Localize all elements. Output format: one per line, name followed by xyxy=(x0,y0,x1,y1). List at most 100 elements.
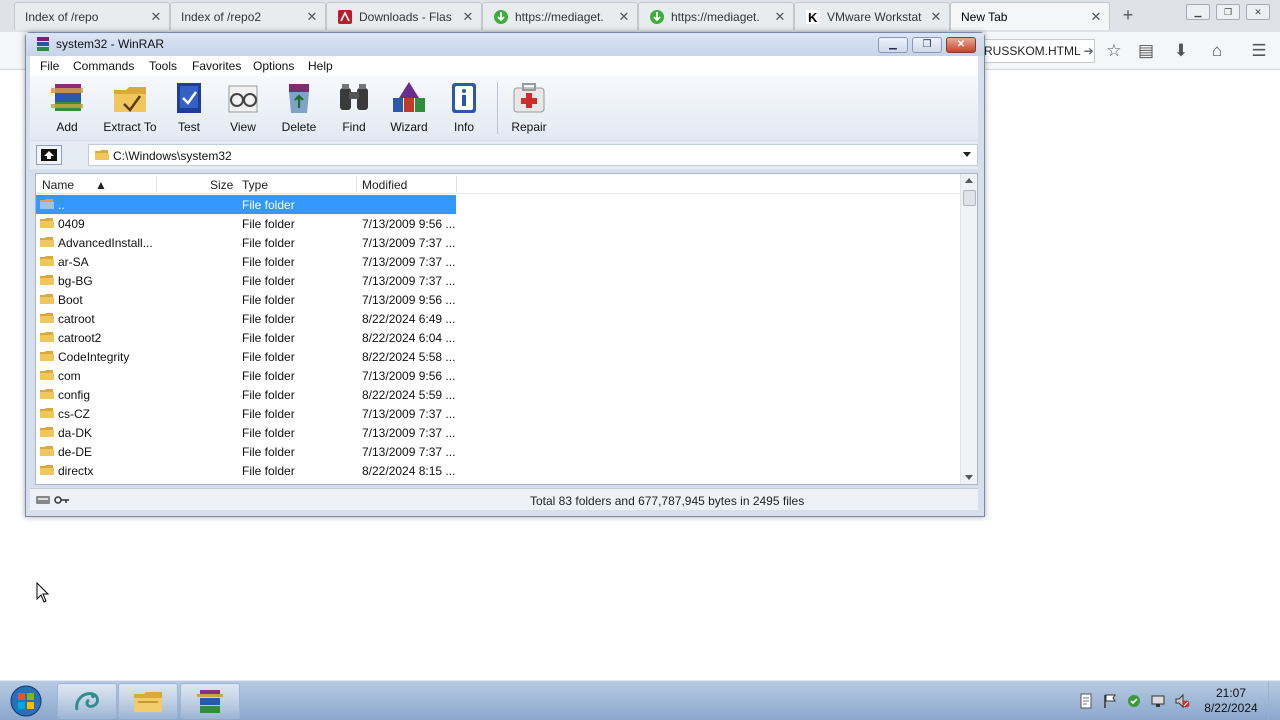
browser-tab[interactable]: https://mediaget. ✕ xyxy=(482,2,638,30)
menu-file[interactable]: File xyxy=(40,59,59,73)
table-row[interactable]: CodeIntegrity File folder 8/22/2024 5:58 .… xyxy=(36,347,456,366)
extract-to-button[interactable]: Extract To xyxy=(97,80,163,136)
home-icon[interactable]: ⌂ xyxy=(1207,41,1227,61)
column-divider[interactable] xyxy=(356,176,357,192)
path-dropdown[interactable]: C:\Windows\system32 xyxy=(88,144,978,166)
table-row[interactable]: Boot File folder 7/13/2009 9:56 ... xyxy=(36,290,456,309)
reading-list-icon[interactable]: ▤ xyxy=(1136,41,1156,61)
info-button[interactable]: Info xyxy=(435,80,493,136)
menu-options[interactable]: Options xyxy=(253,59,294,73)
table-row[interactable]: 0409 File folder 7/13/2009 9:56 ... xyxy=(36,214,456,233)
table-row[interactable]: da-DK File folder 7/13/2009 7:37 ... xyxy=(36,423,456,442)
browser-tab[interactable]: Index of /repo ✕ xyxy=(14,2,170,30)
tray-security-icon[interactable] xyxy=(1126,693,1142,709)
column-name[interactable]: Name xyxy=(42,178,74,192)
repair-button[interactable]: Repair xyxy=(499,80,559,136)
file-modified: 8/22/2024 6:04 ... xyxy=(362,331,456,345)
column-divider[interactable] xyxy=(156,176,157,192)
column-type[interactable]: Type xyxy=(242,178,268,192)
clock-time: 21:07 xyxy=(1215,686,1247,700)
menu-help[interactable]: Help xyxy=(308,59,333,73)
system-clock[interactable]: 21:07 8/22/2024 xyxy=(1198,686,1264,716)
add-archive-icon xyxy=(51,84,83,111)
table-row[interactable]: catroot2 File folder 8/22/2024 6:04 ... xyxy=(36,328,456,347)
file-name: AdvancedInstall... xyxy=(58,236,153,250)
tray-notes-icon[interactable] xyxy=(1078,693,1094,709)
browser-tab-active[interactable]: New Tab ✕ xyxy=(950,2,1110,30)
table-row[interactable]: directx File folder 8/22/2024 8:15 ... xyxy=(36,461,456,480)
scroll-up-arrow[interactable] xyxy=(965,178,973,183)
dropdown-arrow-icon[interactable] xyxy=(963,152,971,157)
go-arrow-icon[interactable]: ➔ xyxy=(1084,44,1094,58)
vertical-scrollbar[interactable] xyxy=(960,174,977,484)
browser-maximize-button[interactable]: ❐ xyxy=(1216,4,1240,20)
menu-icon[interactable]: ☰ xyxy=(1249,41,1269,61)
file-name: Boot xyxy=(58,293,83,307)
table-row[interactable]: cs-CZ File folder 7/13/2009 7:37 ... xyxy=(36,404,456,423)
file-name: cs-CZ xyxy=(58,407,90,421)
up-folder-button[interactable] xyxy=(36,145,62,165)
menu-favorites[interactable]: Favorites xyxy=(192,59,241,73)
close-tab-icon[interactable]: ✕ xyxy=(773,9,787,25)
file-type: File folder xyxy=(242,388,295,402)
winrar-title-bar[interactable]: system32 - WinRAR ▁ ❐ ✕ xyxy=(26,33,984,56)
file-modified: 7/13/2009 9:56 ... xyxy=(362,369,456,383)
minimize-button[interactable]: ▁ xyxy=(878,37,908,53)
file-type: File folder xyxy=(242,255,295,269)
file-name: CodeIntegrity xyxy=(58,350,130,364)
find-button[interactable]: Find xyxy=(325,80,383,136)
table-row[interactable]: AdvancedInstall... File folder 7/13/2009 7… xyxy=(36,233,456,252)
browser-tab[interactable]: Index of /repo2 ✕ xyxy=(170,2,326,30)
browser-tab[interactable]: Downloads - Flas ✕ xyxy=(326,2,482,30)
bookmark-star-icon[interactable]: ☆ xyxy=(1104,41,1124,61)
menu-commands[interactable]: Commands xyxy=(73,59,134,73)
close-tab-icon[interactable]: ✕ xyxy=(461,9,475,25)
add-button[interactable]: Add xyxy=(38,80,96,136)
test-button[interactable]: Test xyxy=(160,80,218,136)
new-tab-button[interactable]: + xyxy=(1117,4,1139,26)
view-button[interactable]: View xyxy=(214,80,272,136)
download-icon[interactable]: ⬇ xyxy=(1171,41,1191,61)
column-divider[interactable] xyxy=(456,176,457,192)
table-row[interactable]: de-DE File folder 7/13/2009 7:37 ... xyxy=(36,442,456,461)
close-tab-icon[interactable]: ✕ xyxy=(305,9,319,25)
column-size[interactable]: Size xyxy=(210,178,233,192)
close-tab-icon[interactable]: ✕ xyxy=(149,9,163,25)
show-desktop-button[interactable] xyxy=(1268,681,1280,720)
file-list: Name ▲ Size Type Modified .. File folder 0… xyxy=(35,173,978,485)
menu-tools[interactable]: Tools xyxy=(149,59,177,73)
table-row[interactable]: config File folder 8/22/2024 5:59 ... xyxy=(36,385,456,404)
table-row[interactable]: com File folder 7/13/2009 9:56 ... xyxy=(36,366,456,385)
maximize-button[interactable]: ❐ xyxy=(912,37,942,53)
start-button-icon[interactable] xyxy=(6,684,46,718)
table-row[interactable]: ar-SA File folder 7/13/2009 7:37 ... xyxy=(36,252,456,271)
browser-tab[interactable]: K VMware Workstat ✕ xyxy=(794,2,950,30)
scroll-down-arrow[interactable] xyxy=(965,475,973,480)
mediaget-icon xyxy=(649,9,665,25)
wizard-button[interactable]: Wizard xyxy=(380,80,438,136)
column-modified[interactable]: Modified xyxy=(362,178,407,192)
scroll-thumb[interactable] xyxy=(963,190,976,206)
network-icon[interactable] xyxy=(1150,693,1166,709)
browser-minimize-button[interactable]: ▁ xyxy=(1186,4,1210,20)
close-tab-icon[interactable]: ✕ xyxy=(617,9,631,25)
url-bar[interactable]: RUSSKOM.HTML ➔ xyxy=(980,39,1095,63)
volume-muted-icon[interactable] xyxy=(1174,693,1190,709)
taskbar-app-browser[interactable] xyxy=(57,683,117,719)
table-row[interactable]: bg-BG File folder 7/13/2009 7:37 ... xyxy=(36,271,456,290)
close-tab-icon[interactable]: ✕ xyxy=(1089,9,1103,25)
close-button[interactable]: ✕ xyxy=(946,37,976,53)
delete-recycle-icon xyxy=(289,84,309,113)
table-row-selected[interactable]: .. File folder xyxy=(36,195,456,214)
file-type: File folder xyxy=(242,407,295,421)
delete-button[interactable]: Delete xyxy=(270,80,328,136)
taskbar-app-explorer[interactable] xyxy=(118,683,178,719)
close-tab-icon[interactable]: ✕ xyxy=(929,9,943,25)
browser-close-button[interactable]: ✕ xyxy=(1246,4,1270,20)
action-center-flag-icon[interactable] xyxy=(1102,693,1118,709)
drive-key-icon[interactable] xyxy=(36,494,70,506)
taskbar-app-winrar[interactable] xyxy=(180,683,240,719)
browser-tab[interactable]: https://mediaget. ✕ xyxy=(638,2,794,30)
table-row[interactable]: catroot File folder 8/22/2024 6:49 ... xyxy=(36,309,456,328)
file-modified: 8/22/2024 6:49 ... xyxy=(362,312,456,326)
